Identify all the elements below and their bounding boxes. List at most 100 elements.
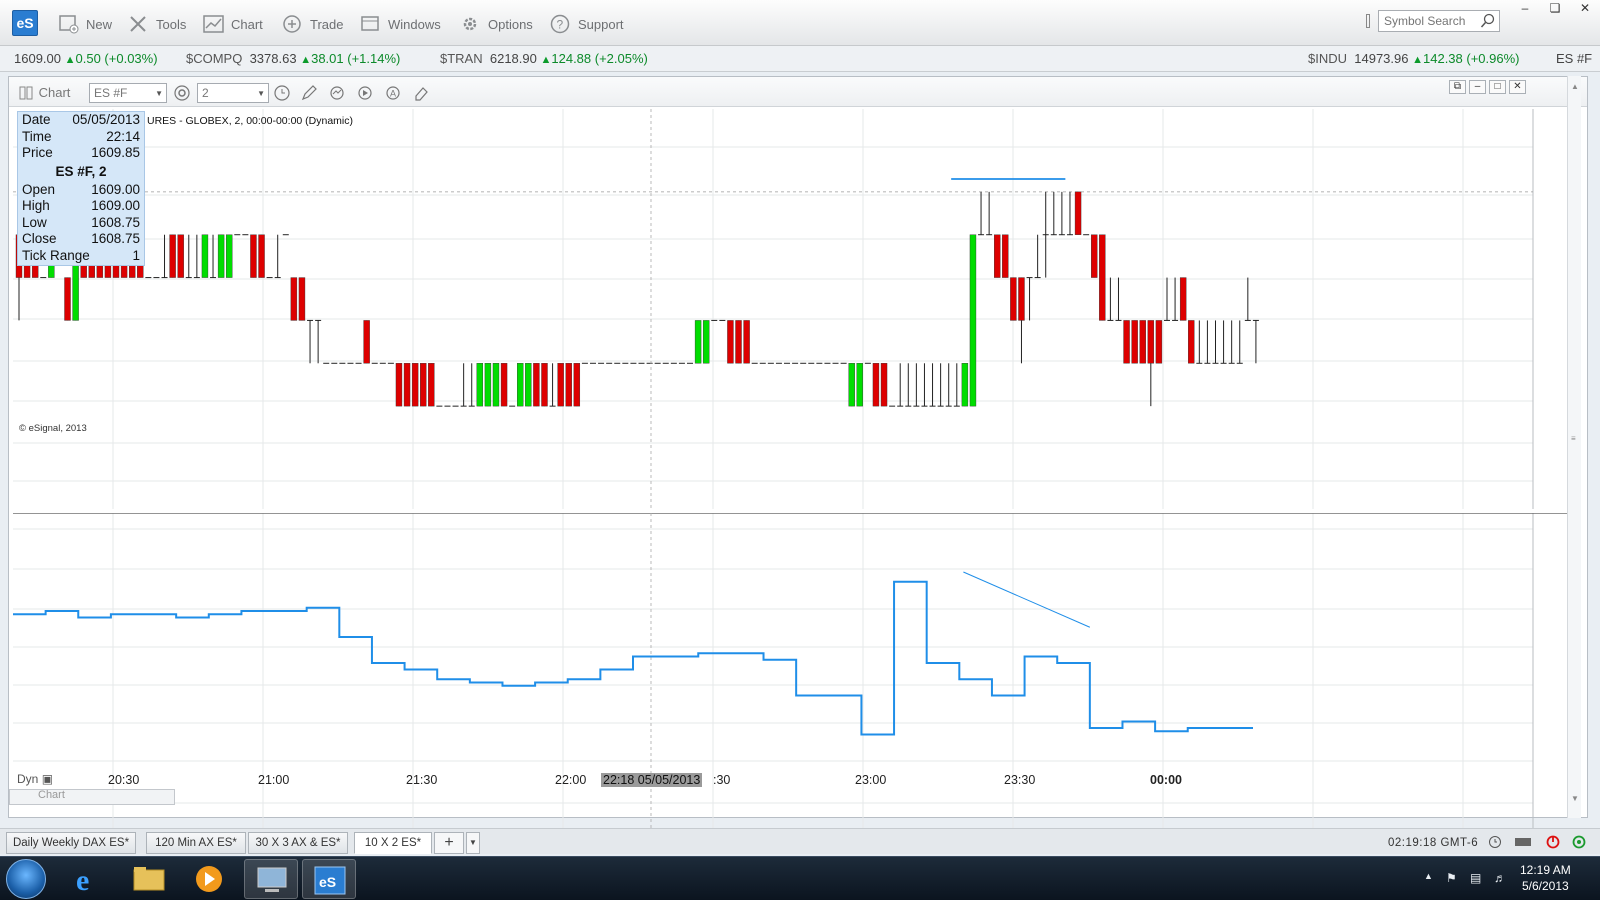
ticker-change: 0.50 (+0.03%)	[75, 51, 158, 66]
volume-icon[interactable]: ♬	[1494, 871, 1506, 885]
candle-body	[856, 363, 863, 407]
menu-options[interactable]: Options	[460, 12, 533, 36]
menu-new-label: New	[86, 16, 113, 32]
symbol-select[interactable]: ES #F ▼	[89, 83, 167, 103]
menu-new[interactable]: New	[58, 12, 112, 36]
scroll-down-icon[interactable]: ▼	[1571, 794, 1579, 803]
ticker-last-symbol[interactable]: ES #F	[1556, 51, 1592, 66]
info-price-row: Price 1609.85	[22, 145, 140, 162]
chevron-down-icon: ▼	[155, 89, 163, 98]
trendline	[963, 571, 1091, 628]
menu-chart[interactable]: Chart	[203, 12, 263, 36]
info-label: Tick Range	[22, 247, 90, 263]
ticker-change: 124.88 (+2.05%)	[551, 51, 648, 66]
info-value: 1608.75	[91, 214, 140, 230]
menu-tools[interactable]: Tools	[128, 12, 186, 36]
ticker-symbol: $COMPQ	[186, 51, 243, 66]
window-close-button[interactable]: ✕	[1509, 80, 1526, 94]
svg-text:e: e	[76, 864, 89, 897]
window-maximize-button[interactable]: □	[1489, 80, 1506, 94]
copyright-text: © eSignal, 2013	[19, 423, 87, 434]
window-minimize-button[interactable]: –	[1469, 80, 1486, 94]
esignal-logo-icon[interactable]: eS	[12, 10, 38, 36]
chart-ghost-tab: Chart	[9, 789, 175, 805]
network-icon[interactable]: ▤	[1470, 871, 1481, 885]
tray-overflow-icon[interactable]: ▲	[1424, 871, 1433, 881]
candle-body	[428, 363, 435, 407]
candle-body	[484, 363, 492, 407]
ticker-indu[interactable]: $INDU 14973.96 ▲142.38 (+0.96%)	[1308, 51, 1519, 66]
media-player-icon[interactable]	[182, 859, 236, 899]
esignal-taskbar-icon[interactable]: eS	[302, 859, 356, 899]
os-taskbar: e eS ▲ ⚑ ▤ ♬ 12:19 AM 5/6/2013	[0, 856, 1600, 900]
ticker-first[interactable]: 1609.00 ▲0.50 (+0.03%)	[14, 51, 158, 66]
candle-body	[969, 234, 977, 407]
restore-app-button[interactable]: ❏	[1540, 0, 1570, 18]
ticker-compq[interactable]: $COMPQ 3378.63 ▲38.01 (+1.14%)	[186, 51, 400, 66]
cme-icon[interactable]	[1514, 835, 1532, 849]
close-app-button[interactable]: ✕	[1570, 0, 1600, 18]
candle-body	[500, 363, 508, 407]
clock-icon[interactable]	[273, 84, 291, 102]
window-detach-button[interactable]: ⧉	[1449, 80, 1466, 94]
action-center-flag-icon[interactable]: ⚑	[1446, 871, 1457, 885]
add-tab-button[interactable]: +	[434, 832, 464, 854]
tray-clock[interactable]: 12:19 AM 5/6/2013	[1520, 862, 1571, 894]
tab-daily-weekly-dax-es[interactable]: Daily Weekly DAX ES*	[6, 832, 136, 854]
windows-start-icon[interactable]	[6, 859, 46, 899]
chart-window-label[interactable]: Chart	[19, 85, 70, 100]
file-explorer-icon[interactable]	[122, 859, 176, 899]
ticker-value: 14973.96	[1354, 51, 1409, 66]
internet-explorer-icon[interactable]: e	[62, 859, 116, 899]
scroll-grip-icon[interactable]: ≡	[1571, 434, 1576, 443]
tab-10-x-2-es[interactable]: 10 X 2 ES*	[354, 832, 432, 854]
menu-trade-label: Trade	[310, 16, 344, 32]
dyn-toggle[interactable]: Dyn ▣	[17, 772, 53, 786]
scroll-up-icon[interactable]: ▲	[1571, 82, 1579, 91]
price-panel[interactable]	[13, 109, 1573, 509]
candle-body	[1091, 234, 1098, 278]
connection-status-icon[interactable]	[1546, 835, 1560, 849]
tray-date: 5/6/2013	[1521, 879, 1569, 893]
dyn-label: Dyn	[17, 772, 39, 786]
symbol-select-value: ES #F	[94, 86, 128, 100]
annotation-icon[interactable]: A	[385, 85, 401, 101]
menu-support[interactable]: ? Support	[550, 12, 624, 36]
candle-body	[476, 363, 484, 407]
time-axis[interactable]: Dyn ▣ 20:30 21:00 21:30 22:00 23:00 23:30 00:0…	[13, 771, 1573, 789]
help-icon: ?	[550, 14, 570, 34]
info-value: 05/05/2013	[72, 112, 140, 127]
timer-icon[interactable]	[1488, 835, 1502, 849]
candle-body	[217, 234, 225, 278]
panels-icon	[19, 86, 33, 99]
candle-body	[1188, 320, 1195, 364]
candle-body	[169, 234, 176, 278]
candle-body	[201, 234, 209, 278]
vertical-scrollbar[interactable]: ▲ ≡ ▼	[1567, 76, 1581, 818]
menu-trade[interactable]: Trade	[282, 12, 343, 36]
candle-body	[1099, 234, 1106, 321]
play-icon[interactable]	[357, 85, 373, 101]
ticker-tran[interactable]: $TRAN 6218.90 ▲124.88 (+2.05%)	[440, 51, 648, 66]
candle-body	[1010, 277, 1017, 321]
tab-120-min-ax-es[interactable]: 120 Min AX ES*	[146, 832, 246, 854]
search-icon[interactable]	[1480, 13, 1496, 29]
tray-time: 12:19 AM	[1520, 863, 1571, 877]
computer-icon[interactable]	[244, 859, 298, 899]
tab-menu-chevron-icon[interactable]: ▼	[466, 832, 480, 854]
interval-select[interactable]: 2 ▼	[197, 83, 269, 103]
ticker-change: 38.01 (+1.14%)	[311, 51, 401, 66]
minimize-app-button[interactable]: –	[1510, 0, 1540, 18]
indicator-panel[interactable]	[13, 513, 1573, 843]
svg-text:?: ?	[557, 18, 564, 32]
ticker-symbol: $INDU	[1308, 51, 1348, 66]
ticker-value: 3378.63	[249, 51, 297, 66]
menu-windows[interactable]: Windows	[360, 12, 441, 36]
eraser-icon[interactable]	[413, 85, 429, 101]
candle-body	[1179, 277, 1187, 321]
data-status-icon[interactable]	[1572, 835, 1586, 849]
tab-30-x-3-ax-es[interactable]: 30 X 3 AX & ES*	[248, 832, 348, 854]
refresh-icon[interactable]	[329, 85, 345, 101]
pencil-icon[interactable]	[301, 85, 317, 101]
settings-icon[interactable]	[173, 84, 191, 102]
